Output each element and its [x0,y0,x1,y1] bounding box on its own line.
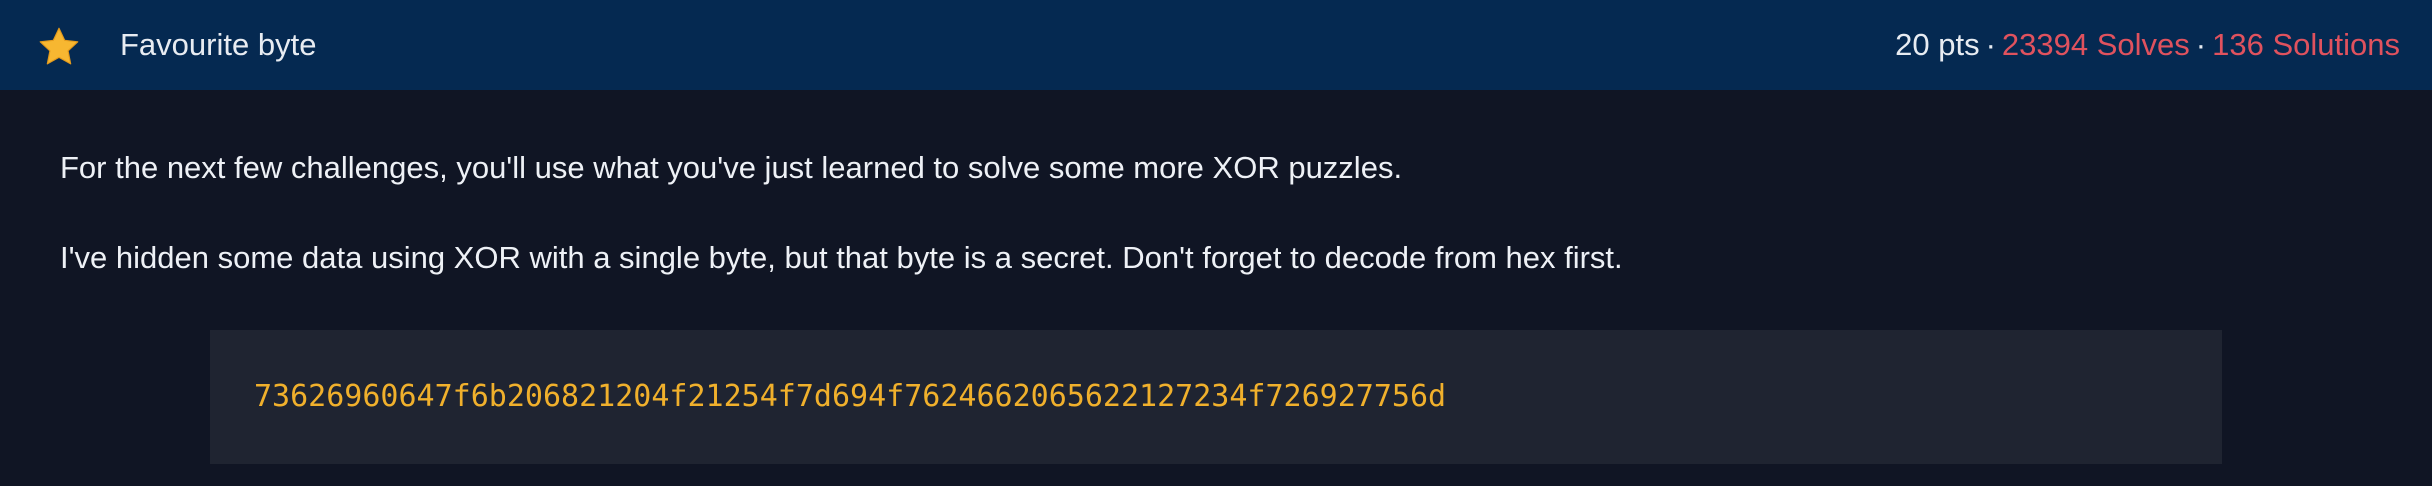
description-paragraph: I've hidden some data using XOR with a s… [60,240,1623,275]
meta-separator: · [1985,27,1996,62]
solves-link[interactable]: 23394 Solves [2002,27,2190,62]
star-icon[interactable] [36,24,82,70]
solutions-link[interactable]: 136 Solutions [2212,27,2400,62]
challenge-meta: 20 pts · 23394 Solves · 136 Solutions [1895,0,2400,90]
code-block: 73626960647f6b206821204f21254f7d694f7624… [210,330,2222,464]
challenge-title: Favourite byte [120,27,317,62]
meta-separator: · [2195,27,2207,62]
challenge-description: For the next few challenges, you'll use … [0,90,2432,486]
ciphertext-hex[interactable]: 73626960647f6b206821204f21254f7d694f7624… [254,330,1446,464]
challenge-header[interactable]: Favourite byte 20 pts · 23394 Solves · 136 S… [0,0,2432,90]
description-paragraph: For the next few challenges, you'll use … [60,150,1403,185]
points-label: 20 pts [1895,27,1980,62]
